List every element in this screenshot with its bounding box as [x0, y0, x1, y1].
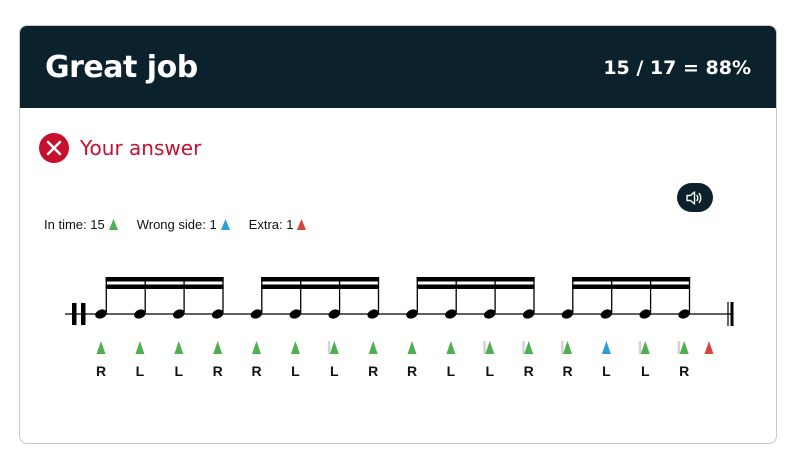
- timing-offset-mark: [677, 341, 681, 354]
- in-time-hit-marker: [368, 341, 378, 354]
- timing-offset-mark: [483, 341, 486, 354]
- in-time-hit-marker: [485, 341, 495, 354]
- beam-secondary: [105, 284, 224, 289]
- sticking-label: L: [330, 363, 339, 379]
- start-bar-thick-2: [81, 303, 86, 325]
- rhythm-notation: RLLRRLLRRLLRRLLR: [65, 277, 734, 379]
- in-time-hit-marker: [329, 341, 339, 354]
- sticking-label: R: [96, 363, 106, 379]
- in-time-hit-marker: [679, 341, 689, 354]
- sticking-label: R: [251, 363, 261, 379]
- beam-primary: [416, 277, 535, 282]
- sticking-label: R: [368, 363, 378, 379]
- sticking-label: R: [562, 363, 572, 379]
- start-bar-thick-1: [72, 303, 77, 325]
- sticking-label: R: [407, 363, 417, 379]
- in-time-hit-marker: [446, 341, 456, 354]
- in-time-hit-marker: [290, 341, 300, 354]
- in-time-hit-marker: [407, 341, 417, 354]
- beam-primary: [261, 277, 380, 282]
- beam-primary: [105, 277, 224, 282]
- timing-offset-mark: [327, 341, 331, 354]
- timing-offset-mark: [522, 341, 525, 354]
- sticking-label: R: [213, 363, 223, 379]
- in-time-hit-marker: [174, 341, 184, 354]
- in-time-hit-marker: [524, 341, 534, 354]
- beam-secondary: [261, 284, 380, 289]
- sticking-label: L: [641, 363, 650, 379]
- in-time-hit-marker: [640, 341, 650, 354]
- in-time-hit-marker: [213, 341, 223, 354]
- in-time-hit-marker: [96, 341, 106, 354]
- sticking-label: L: [486, 363, 495, 379]
- sticking-label: L: [602, 363, 611, 379]
- wrong-side-hit-marker: [601, 341, 611, 354]
- sticking-label: L: [136, 363, 145, 379]
- end-bar-thick: [730, 302, 734, 326]
- in-time-hit-marker: [135, 341, 145, 354]
- timing-offset-mark: [638, 341, 642, 354]
- timing-offset-mark: [561, 341, 564, 354]
- sticking-label: L: [291, 363, 300, 379]
- sticking-label: L: [175, 363, 184, 379]
- beam-primary: [572, 277, 691, 282]
- beam-secondary: [572, 284, 691, 289]
- in-time-hit-marker: [563, 341, 572, 354]
- extra-hit-marker: [704, 341, 714, 354]
- sticking-label: R: [679, 363, 689, 379]
- sticking-label: R: [524, 363, 534, 379]
- beam-secondary: [416, 284, 535, 289]
- in-time-hit-marker: [252, 341, 261, 354]
- sticking-label: L: [447, 363, 456, 379]
